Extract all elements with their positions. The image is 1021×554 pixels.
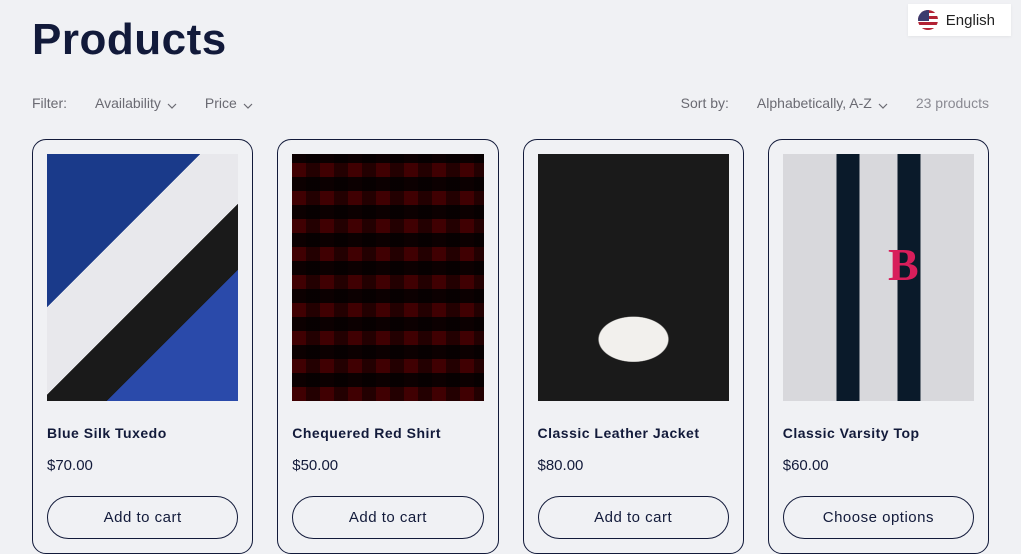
chevron-down-icon [878,98,888,108]
filter-availability[interactable]: Availability [95,95,177,111]
sort-label: Sort by: [681,95,729,111]
product-image [538,154,729,401]
choose-options-button[interactable]: Choose options [783,496,974,539]
product-name: Classic Varsity Top [783,425,974,441]
product-name: Blue Silk Tuxedo [47,425,238,441]
product-image [292,154,483,401]
chevron-down-icon [167,98,177,108]
add-to-cart-button[interactable]: Add to cart [538,496,729,539]
language-label: English [946,12,995,29]
product-price: $50.00 [292,457,483,474]
product-card[interactable]: Classic Leather Jacket $80.00 Add to car… [523,139,744,554]
filter-price-label: Price [205,95,237,111]
filter-availability-label: Availability [95,95,161,111]
product-grid: Blue Silk Tuxedo $70.00 Add to cart Cheq… [32,139,989,554]
filter-label: Filter: [32,95,67,111]
product-name: Classic Leather Jacket [538,425,729,441]
product-price: $80.00 [538,457,729,474]
us-flag-icon [918,10,938,30]
add-to-cart-button[interactable]: Add to cart [292,496,483,539]
sort-selected: Alphabetically, A-Z [757,95,872,111]
product-price: $60.00 [783,457,974,474]
product-image [47,154,238,401]
chevron-down-icon [243,98,253,108]
add-to-cart-button[interactable]: Add to cart [47,496,238,539]
product-card[interactable]: Classic Varsity Top $60.00 Choose option… [768,139,989,554]
sort-dropdown[interactable]: Alphabetically, A-Z [757,95,888,111]
product-count: 23 products [916,95,989,111]
product-name: Chequered Red Shirt [292,425,483,441]
toolbar: Filter: Availability Price Sort by: Alph… [32,95,989,111]
page-title: Products [32,0,989,95]
product-price: $70.00 [47,457,238,474]
filter-price[interactable]: Price [205,95,253,111]
product-card[interactable]: Blue Silk Tuxedo $70.00 Add to cart [32,139,253,554]
product-image [783,154,974,401]
language-switcher[interactable]: English [908,4,1011,36]
product-card[interactable]: Chequered Red Shirt $50.00 Add to cart [277,139,498,554]
